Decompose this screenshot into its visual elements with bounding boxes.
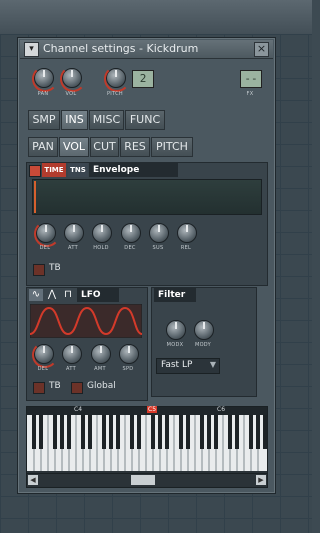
- channel-settings-window: ▾ Channel settings - Kickdrum × PAN VOL …: [17, 37, 276, 494]
- env-rel-label: REL: [180, 245, 192, 251]
- scroll-right-button[interactable]: ▶: [256, 475, 266, 485]
- envelope-tb-checkbox[interactable]: [33, 264, 45, 276]
- filter-modx-knob[interactable]: [166, 320, 186, 340]
- filter-mody-label: MODY: [194, 342, 212, 348]
- env-del-label: DEL: [39, 245, 51, 251]
- pitch-label: PITCH: [106, 91, 123, 97]
- scroll-left-button[interactable]: ◀: [28, 475, 38, 485]
- tab-misc[interactable]: MISC: [89, 110, 124, 130]
- keyboard-label-c4: C4: [74, 406, 83, 413]
- lfo-wave-display[interactable]: [30, 304, 142, 338]
- env-hold-label: HOLD: [93, 245, 109, 251]
- lfo-tb-checkbox[interactable]: [33, 382, 45, 394]
- env-att-label: ATT: [68, 245, 78, 251]
- envelope-time-toggle[interactable]: TIME: [42, 163, 66, 177]
- fx-label: FX: [246, 91, 254, 97]
- lfo-triangle-shape-button[interactable]: ⋀: [45, 289, 59, 301]
- lfo-square-shape-button[interactable]: ⊓: [61, 289, 75, 301]
- keyboard-keys[interactable]: [27, 415, 267, 471]
- tab-cut[interactable]: CUT: [90, 137, 119, 157]
- tab-res[interactable]: RES: [120, 137, 150, 157]
- env-att-knob[interactable]: [64, 223, 84, 243]
- lfo-att-label: ATT: [66, 366, 76, 372]
- close-button[interactable]: ×: [254, 42, 269, 57]
- chevron-down-icon: ▼: [209, 360, 216, 369]
- lfo-att-knob[interactable]: [62, 344, 82, 364]
- filter-type-select[interactable]: Fast LP ▼: [156, 358, 220, 374]
- lfo-sine-shape-button[interactable]: ∿: [29, 289, 43, 301]
- tab-func[interactable]: FUNC: [125, 110, 165, 130]
- lfo-title: LFO: [77, 288, 119, 302]
- env-dec-knob[interactable]: [121, 223, 141, 243]
- pan-knob[interactable]: [32, 66, 58, 92]
- lfo-del-knob[interactable]: [32, 342, 58, 368]
- env-sus-knob[interactable]: [149, 223, 169, 243]
- env-del-knob[interactable]: [34, 221, 60, 247]
- lfo-amt-knob[interactable]: [91, 344, 111, 364]
- workspace-top-bar: [0, 0, 312, 35]
- envelope-enable-toggle[interactable]: [29, 165, 41, 177]
- keyboard-label-c5: C5: [147, 406, 158, 413]
- lfo-spd-label: SPD: [122, 366, 134, 372]
- piano-keyboard[interactable]: C4 C5 C6 ◀ ▶: [26, 406, 268, 488]
- lfo-panel: ∿ ⋀ ⊓ LFO DEL ATT AMT SPD TB Global: [26, 287, 148, 401]
- env-sus-label: SUS: [152, 245, 164, 251]
- env-rel-knob[interactable]: [177, 223, 197, 243]
- pitch-knob[interactable]: [104, 66, 130, 92]
- vol-knob[interactable]: [60, 66, 86, 92]
- filter-panel: Filter MODX MODY Fast LP ▼: [151, 287, 257, 397]
- lfo-global-checkbox[interactable]: [71, 382, 83, 394]
- filter-title: Filter: [154, 288, 196, 302]
- envelope-tns-toggle[interactable]: TNS: [68, 163, 88, 177]
- lfo-global-label: Global: [87, 381, 116, 391]
- filter-type-value: Fast LP: [161, 360, 193, 370]
- lfo-tb-label: TB: [49, 381, 61, 391]
- tab-pitch[interactable]: PITCH: [151, 137, 193, 157]
- window-menu-button[interactable]: ▾: [24, 42, 39, 57]
- keyboard-label-c6: C6: [217, 406, 226, 413]
- window-title: Channel settings - Kickdrum: [43, 42, 199, 55]
- tab-vol[interactable]: VOL: [59, 137, 89, 157]
- envelope-graph-start-marker[interactable]: [34, 181, 36, 213]
- pan-label: PAN: [37, 91, 49, 97]
- envelope-title: Envelope: [89, 163, 178, 177]
- env-hold-knob[interactable]: [92, 223, 112, 243]
- vol-label: VOL: [65, 91, 77, 97]
- scroll-thumb[interactable]: [131, 475, 155, 485]
- window-titlebar[interactable]: ▾ Channel settings - Kickdrum ×: [20, 40, 273, 59]
- keyboard-scrollbar[interactable]: ◀ ▶: [27, 473, 267, 486]
- envelope-tb-label: TB: [49, 263, 61, 273]
- tab-ins[interactable]: INS: [61, 110, 88, 130]
- lfo-del-label: DEL: [37, 366, 49, 372]
- lfo-amt-label: AMT: [94, 366, 106, 372]
- filter-mody-knob[interactable]: [194, 320, 214, 340]
- filter-modx-label: MODX: [166, 342, 184, 348]
- envelope-graph[interactable]: [32, 179, 262, 215]
- env-dec-label: DEC: [124, 245, 136, 251]
- fx-lcd[interactable]: --: [240, 70, 262, 88]
- tab-pan[interactable]: PAN: [28, 137, 58, 157]
- tab-smp[interactable]: SMP: [28, 110, 60, 130]
- envelope-panel: TIME TNS Envelope DEL ATT HOLD DEC SUS R…: [26, 162, 268, 286]
- lfo-spd-knob[interactable]: [119, 344, 139, 364]
- pitch-lcd[interactable]: 2: [132, 70, 154, 88]
